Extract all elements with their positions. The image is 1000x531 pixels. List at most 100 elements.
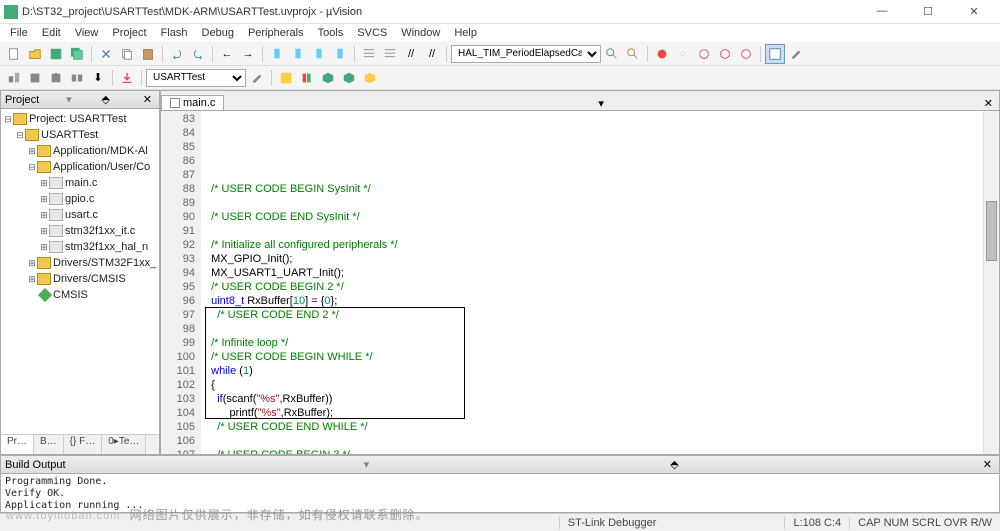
menu-debug[interactable]: Debug xyxy=(196,27,240,39)
watermark: www.toymoban.com 网络图片仅供展示，非存储，如有侵权请联系删除。 xyxy=(6,506,429,523)
build-toolbar: ⬇ USARTTest xyxy=(0,66,1000,90)
code-editor[interactable]: 8384858687888990919293949596979899100101… xyxy=(161,111,999,454)
bookmark-icon[interactable] xyxy=(267,44,287,64)
panel-close-icon[interactable]: ✕ xyxy=(140,93,155,106)
save-all-icon[interactable] xyxy=(67,44,87,64)
manage-icon[interactable] xyxy=(276,68,296,88)
find-files-icon[interactable] xyxy=(623,44,643,64)
find-icon[interactable] xyxy=(602,44,622,64)
tree-node[interactable]: ⊞Drivers/CMSIS xyxy=(3,271,157,287)
find-combo[interactable]: HAL_TIM_PeriodElapsedCall xyxy=(451,45,601,63)
breakpoint3-icon[interactable] xyxy=(715,44,735,64)
panel-pin-icon[interactable]: ⬘ xyxy=(98,93,112,106)
tree-node[interactable]: ⊞stm32f1xx_it.c xyxy=(3,223,157,239)
editor-area: main.c ▾ ✕ 83848586878889909192939495969… xyxy=(160,90,1000,455)
menu-project[interactable]: Project xyxy=(106,27,152,39)
scrollbar-thumb[interactable] xyxy=(986,201,997,261)
undo-icon[interactable] xyxy=(167,44,187,64)
window-title: D:\ST32_project\USARTTest\MDK-ARM\USARTT… xyxy=(22,6,868,18)
tree-node[interactable]: ⊟Project: USARTTest xyxy=(3,111,157,127)
target-combo[interactable]: USARTTest xyxy=(146,69,246,87)
output-dropdown-icon[interactable]: ▾ xyxy=(364,458,370,471)
books-icon[interactable] xyxy=(297,68,317,88)
menu-flash[interactable]: Flash xyxy=(155,27,194,39)
main-toolbar: ← → // // HAL_TIM_PeriodElapsedCall ○ xyxy=(0,42,1000,66)
indent-icon[interactable] xyxy=(359,44,379,64)
open-icon[interactable] xyxy=(25,44,45,64)
window-layout-icon[interactable] xyxy=(765,44,785,64)
redo-icon[interactable] xyxy=(188,44,208,64)
breakpoint2-icon[interactable] xyxy=(694,44,714,64)
project-tab[interactable]: {} F… xyxy=(64,435,103,454)
copy-icon[interactable] xyxy=(117,44,137,64)
rebuild-icon[interactable] xyxy=(46,68,66,88)
tab-close-icon[interactable]: ✕ xyxy=(978,97,999,110)
new-icon[interactable] xyxy=(4,44,24,64)
tree-node[interactable]: CMSIS xyxy=(3,287,157,303)
build-output-panel: Build Output ▾ ⬘ ✕ Programming Done. Ver… xyxy=(0,455,1000,513)
menu-window[interactable]: Window xyxy=(395,27,446,39)
output-header: Build Output ▾ ⬘ ✕ xyxy=(1,456,999,474)
breakpoint4-icon[interactable] xyxy=(736,44,756,64)
editor-tabbar: main.c ▾ ✕ xyxy=(161,91,999,111)
translate-icon[interactable] xyxy=(4,68,24,88)
nav-back-icon[interactable]: ← xyxy=(217,44,237,64)
close-button[interactable]: ✕ xyxy=(960,5,988,18)
output-close-icon[interactable]: ✕ xyxy=(980,458,995,471)
tree-node[interactable]: ⊟USARTTest xyxy=(3,127,157,143)
output-pin-icon[interactable]: ⬘ xyxy=(667,458,681,471)
tree-node[interactable]: ⊞Application/MDK-Al xyxy=(3,143,157,159)
nav-fwd-icon[interactable]: → xyxy=(238,44,258,64)
outdent-icon[interactable] xyxy=(380,44,400,64)
output-title: Build Output xyxy=(5,459,66,471)
pack2-icon[interactable] xyxy=(339,68,359,88)
bookmark-next-icon[interactable] xyxy=(309,44,329,64)
tree-node[interactable]: ⊞Drivers/STM32F1xx_ xyxy=(3,255,157,271)
tree-node[interactable]: ⊞usart.c xyxy=(3,207,157,223)
tree-node[interactable]: ⊞gpio.c xyxy=(3,191,157,207)
comment-icon[interactable]: // xyxy=(401,44,421,64)
uncomment-icon[interactable]: // xyxy=(422,44,442,64)
tab-main-c[interactable]: main.c xyxy=(161,95,224,110)
maximize-button[interactable]: ☐ xyxy=(914,5,942,18)
project-tab[interactable]: 0▸Te… xyxy=(102,435,146,454)
menu-edit[interactable]: Edit xyxy=(36,27,67,39)
tree-node[interactable]: ⊟Application/User/Co xyxy=(3,159,157,175)
menu-bar: FileEditViewProjectFlashDebugPeripherals… xyxy=(0,24,1000,42)
menu-help[interactable]: Help xyxy=(448,27,483,39)
menu-tools[interactable]: Tools xyxy=(312,27,350,39)
build-icon[interactable] xyxy=(25,68,45,88)
menu-peripherals[interactable]: Peripherals xyxy=(242,27,310,39)
vertical-scrollbar[interactable] xyxy=(983,111,999,454)
rte-icon[interactable] xyxy=(360,68,380,88)
tree-node[interactable]: ⊞stm32f1xx_hal_n xyxy=(3,239,157,255)
app-icon xyxy=(4,5,18,19)
pack-icon[interactable] xyxy=(318,68,338,88)
project-tab[interactable]: Pr… xyxy=(1,435,34,454)
options-icon[interactable] xyxy=(247,68,267,88)
tree-node[interactable]: ⊞main.c xyxy=(3,175,157,191)
title-bar: D:\ST32_project\USARTTest\MDK-ARM\USARTT… xyxy=(0,0,1000,24)
configure-icon[interactable] xyxy=(786,44,806,64)
status-debugger: ST-Link Debugger xyxy=(559,517,665,529)
debug-icon[interactable] xyxy=(652,44,672,64)
panel-dropdown-icon[interactable]: ▾ xyxy=(66,93,72,106)
breakpoint-icon: ○ xyxy=(673,44,693,64)
menu-svcs[interactable]: SVCS xyxy=(351,27,393,39)
status-caps: CAP NUM SCRL OVR R/W xyxy=(849,517,1000,529)
project-tree[interactable]: ⊟Project: USARTTest⊟USARTTest⊞Applicatio… xyxy=(1,109,159,434)
batch-build-icon[interactable] xyxy=(67,68,87,88)
project-tabs: Pr…B…{} F…0▸Te… xyxy=(1,434,159,454)
project-tab[interactable]: B… xyxy=(34,435,64,454)
tab-dropdown-icon[interactable]: ▾ xyxy=(592,97,610,110)
bookmark-clear-icon[interactable] xyxy=(330,44,350,64)
cut-icon[interactable] xyxy=(96,44,116,64)
paste-icon[interactable] xyxy=(138,44,158,64)
minimize-button[interactable]: — xyxy=(868,5,896,18)
save-icon[interactable] xyxy=(46,44,66,64)
menu-view[interactable]: View xyxy=(69,27,105,39)
menu-file[interactable]: File xyxy=(4,27,34,39)
bookmark-prev-icon[interactable] xyxy=(288,44,308,64)
download-icon[interactable] xyxy=(117,68,137,88)
stop-build-icon[interactable]: ⬇ xyxy=(88,68,108,88)
